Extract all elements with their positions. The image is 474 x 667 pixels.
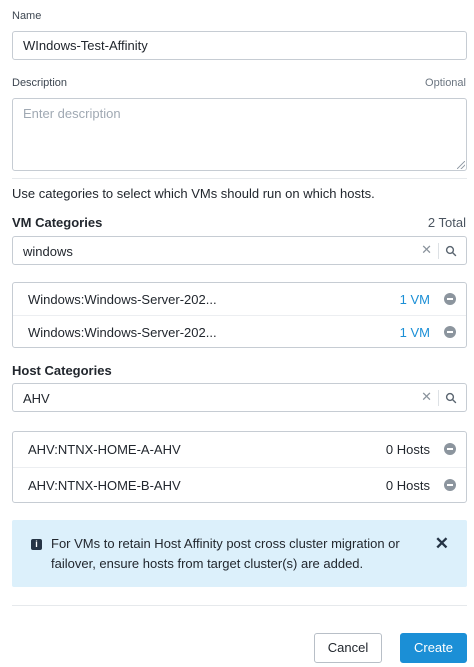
search-separator: [438, 243, 439, 259]
list-item: AHV:NTNX-HOME-A-AHV 0 Hosts: [13, 432, 466, 467]
name-label: Name: [12, 10, 42, 22]
resize-handle-icon[interactable]: [457, 161, 465, 169]
description-input[interactable]: [12, 98, 467, 171]
vm-category-search[interactable]: windows ✕: [12, 236, 467, 265]
host-count: 0 Hosts: [385, 442, 430, 457]
description-field-wrapper: [12, 98, 467, 171]
host-category-search[interactable]: AHV ✕: [12, 383, 467, 412]
host-category-search-value[interactable]: AHV: [23, 391, 50, 406]
remove-circle-icon[interactable]: [444, 293, 456, 305]
vm-count-link[interactable]: 1 VM: [400, 325, 430, 340]
divider: [12, 178, 467, 179]
close-icon[interactable]: ✕: [421, 389, 432, 405]
create-button[interactable]: Create: [400, 633, 467, 663]
search-separator: [438, 390, 439, 406]
host-categories-list: AHV:NTNX-HOME-A-AHV 0 Hosts AHV:NTNX-HOM…: [12, 431, 467, 503]
info-banner: i For VMs to retain Host Affinity post c…: [12, 520, 467, 587]
vm-categories-total: 2 Total: [427, 215, 466, 230]
vm-category-search-value[interactable]: windows: [23, 244, 73, 259]
list-item: AHV:NTNX-HOME-B-AHV 0 Hosts: [13, 467, 466, 502]
info-icon: i: [31, 539, 42, 550]
vm-categories-list: Windows:Windows-Server-202... 1 VM Windo…: [12, 282, 467, 348]
category-name: Windows:Windows-Server-202...: [28, 292, 217, 307]
info-banner-message: For VMs to retain Host Affinity post cro…: [51, 536, 400, 571]
remove-circle-icon[interactable]: [444, 443, 456, 455]
search-icon[interactable]: [445, 245, 457, 257]
category-name: Windows:Windows-Server-202...: [28, 325, 217, 340]
name-input[interactable]: WIndows-Test-Affinity: [12, 31, 467, 60]
list-item: Windows:Windows-Server-202... 1 VM: [13, 283, 466, 315]
category-name: AHV:NTNX-HOME-A-AHV: [28, 442, 181, 457]
helper-text: Use categories to select which VMs shoul…: [12, 186, 375, 201]
vm-count-link[interactable]: 1 VM: [400, 292, 430, 307]
search-icon[interactable]: [445, 392, 457, 404]
optional-label: Optional: [425, 77, 466, 89]
close-icon[interactable]: ✕: [421, 242, 432, 258]
category-name: AHV:NTNX-HOME-B-AHV: [28, 478, 181, 493]
vm-categories-title: VM Categories: [12, 215, 103, 230]
host-count: 0 Hosts: [385, 478, 430, 493]
footer-divider: [12, 605, 467, 606]
description-label: Description: [12, 77, 68, 89]
list-item: Windows:Windows-Server-202... 1 VM: [13, 315, 466, 347]
close-icon[interactable]: ✕: [435, 534, 449, 554]
remove-circle-icon[interactable]: [444, 479, 456, 491]
cancel-button[interactable]: Cancel: [314, 633, 382, 663]
host-categories-title: Host Categories: [12, 363, 112, 378]
remove-circle-icon[interactable]: [444, 326, 456, 338]
